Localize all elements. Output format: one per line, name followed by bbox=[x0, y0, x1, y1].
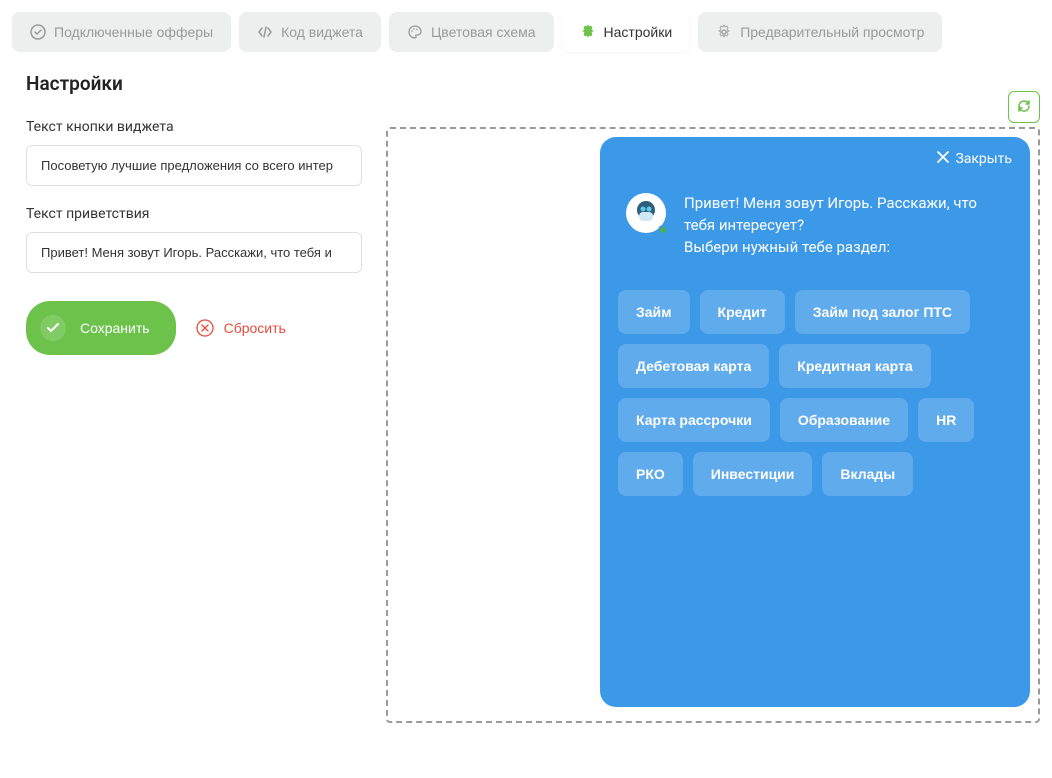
category-credit-card[interactable]: Кредитная карта bbox=[779, 344, 930, 388]
palette-icon bbox=[407, 24, 423, 40]
tab-preview[interactable]: Предварительный просмотр bbox=[698, 12, 942, 52]
bot-avatar bbox=[626, 193, 670, 237]
settings-form: Текст кнопки виджета Текст приветствия С… bbox=[12, 119, 362, 723]
tab-label: Подключенные офферы bbox=[54, 24, 213, 40]
button-text-label: Текст кнопки виджета bbox=[26, 119, 362, 135]
reset-button-label: Сбросить bbox=[224, 320, 286, 336]
greeting-text-label: Текст приветствия bbox=[26, 206, 362, 222]
tab-widget-code[interactable]: Код виджета bbox=[239, 12, 381, 52]
category-loan[interactable]: Займ bbox=[618, 290, 690, 334]
save-button[interactable]: Сохранить bbox=[26, 301, 176, 355]
tab-connected-offers[interactable]: Подключенные офферы bbox=[12, 12, 231, 52]
page-title: Настройки bbox=[26, 72, 1040, 95]
greeting-text: Привет! Меня зовут Игорь. Расскажи, что … bbox=[684, 193, 1004, 258]
close-circle-icon bbox=[196, 319, 214, 337]
category-pts-loan[interactable]: Займ под залог ПТС bbox=[795, 290, 970, 334]
close-icon bbox=[937, 151, 949, 167]
check-icon bbox=[40, 315, 66, 341]
button-text-input[interactable] bbox=[26, 145, 362, 186]
category-rko[interactable]: РКО bbox=[618, 452, 683, 496]
gear-icon bbox=[580, 24, 596, 40]
refresh-button[interactable] bbox=[1008, 91, 1040, 123]
tab-color-scheme[interactable]: Цветовая схема bbox=[389, 12, 554, 52]
category-hr[interactable]: HR bbox=[918, 398, 974, 442]
category-credit[interactable]: Кредит bbox=[700, 290, 785, 334]
code-icon bbox=[257, 24, 273, 40]
tab-label: Настройки bbox=[604, 24, 673, 40]
category-education[interactable]: Образование bbox=[780, 398, 908, 442]
tab-label: Код виджета bbox=[281, 24, 363, 40]
tab-label: Предварительный просмотр bbox=[740, 24, 924, 40]
tab-label: Цветовая схема bbox=[431, 24, 536, 40]
category-investments[interactable]: Инвестиции bbox=[693, 452, 813, 496]
status-indicator-icon bbox=[658, 225, 668, 235]
reset-button[interactable]: Сбросить bbox=[196, 319, 286, 337]
gear-outline-icon bbox=[716, 24, 732, 40]
greeting-text-input[interactable] bbox=[26, 232, 362, 273]
category-debit-card[interactable]: Дебетовая карта bbox=[618, 344, 769, 388]
preview-area: Закрыть bbox=[386, 127, 1040, 723]
save-button-label: Сохранить bbox=[80, 320, 150, 336]
tabs-bar: Подключенные офферы Код виджета Цветов bbox=[12, 12, 1040, 52]
category-buttons: Займ Кредит Займ под залог ПТС Дебетовая… bbox=[618, 290, 1012, 496]
category-deposits[interactable]: Вклады bbox=[822, 452, 913, 496]
refresh-icon bbox=[1016, 98, 1032, 117]
chat-widget: Закрыть bbox=[600, 137, 1030, 707]
widget-close-button[interactable]: Закрыть bbox=[937, 151, 1012, 167]
category-installment-card[interactable]: Карта рассрочки bbox=[618, 398, 770, 442]
tab-settings[interactable]: Настройки bbox=[562, 12, 691, 52]
checklist-icon bbox=[30, 24, 46, 40]
close-label: Закрыть bbox=[955, 151, 1012, 167]
